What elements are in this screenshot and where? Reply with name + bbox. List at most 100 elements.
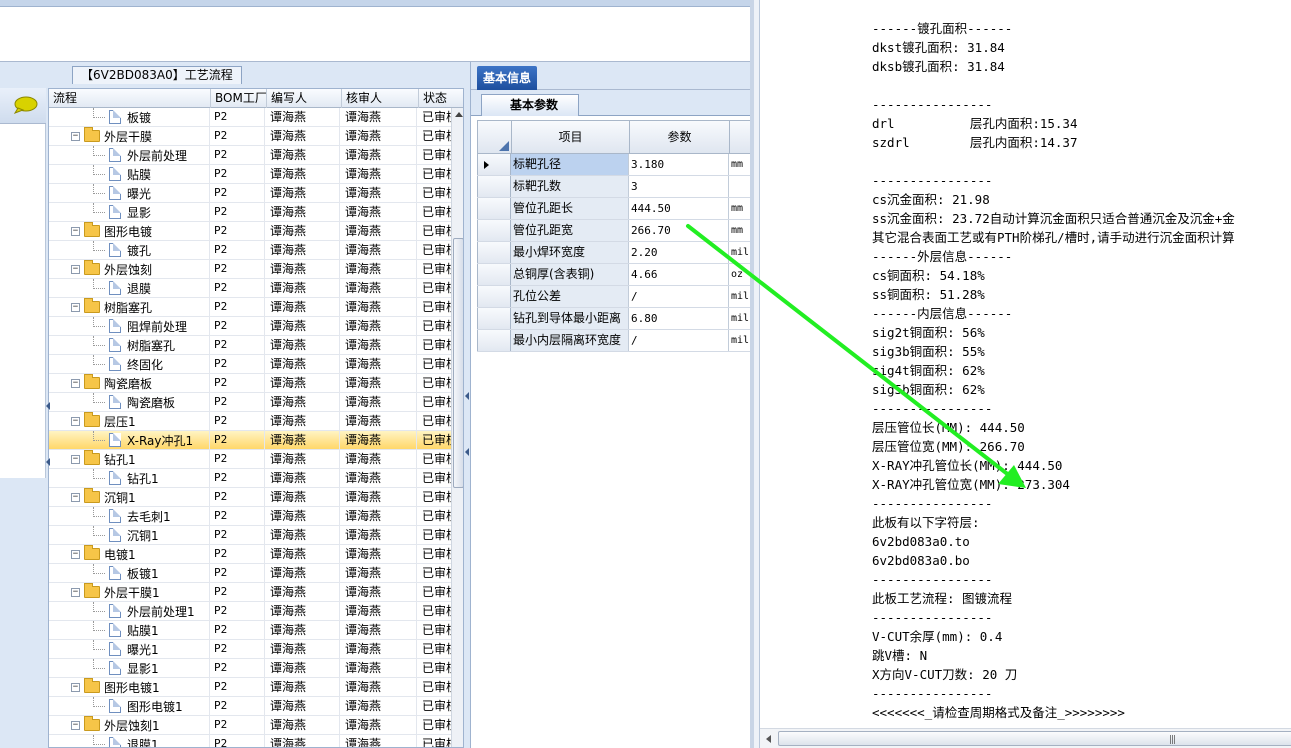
tree-row[interactable]: 曝光1 P2 谭海燕 谭海燕 已审核 bbox=[49, 640, 452, 659]
tree-row[interactable]: 外层前处理1 P2 谭海燕 谭海燕 已审核 bbox=[49, 602, 452, 621]
tree-node[interactable]: − 陶瓷磨板 bbox=[71, 374, 152, 392]
tree-row[interactable]: 板镀 P2 谭海燕 谭海燕 已审核 bbox=[49, 108, 452, 127]
param-item-cell[interactable]: 标靶孔径 bbox=[511, 154, 629, 175]
tree-node[interactable]: − 图形电镀 bbox=[71, 222, 152, 240]
tree-row[interactable]: 树脂塞孔 P2 谭海燕 谭海燕 已审核 bbox=[49, 336, 452, 355]
report-text-window[interactable]: ------镀孔面积------ dkst镀孔面积: 31.84 dksb镀孔面积:… bbox=[750, 0, 1291, 748]
param-row[interactable]: 孔位公差 / mil bbox=[477, 286, 751, 308]
collapse-toggle-icon[interactable]: − bbox=[71, 378, 80, 388]
tree-row[interactable]: 贴膜 P2 谭海燕 谭海燕 已审核 bbox=[49, 165, 452, 184]
param-row[interactable]: 标靶孔数 3 bbox=[477, 176, 751, 198]
param-value-cell[interactable]: 3 bbox=[629, 176, 729, 197]
tree-node[interactable]: 树脂塞孔 bbox=[89, 336, 175, 354]
process-panel-tab[interactable]: 【6V2BD083A0】工艺流程 bbox=[72, 66, 242, 84]
tree-node[interactable]: − 沉铜1 bbox=[71, 488, 136, 506]
tree-row[interactable]: 外层前处理 P2 谭海燕 谭海燕 已审核 bbox=[49, 146, 452, 165]
tree-row[interactable]: − 层压1 P2 谭海燕 谭海燕 已审核 bbox=[49, 412, 452, 431]
tree-row[interactable]: 去毛刺1 P2 谭海燕 谭海燕 已审核 bbox=[49, 507, 452, 526]
param-row[interactable]: 钻孔到导体最小距离 6.80 mil bbox=[477, 308, 751, 330]
splitter-arrow-icon[interactable] bbox=[46, 402, 50, 410]
tree-row[interactable]: − 外层干膜1 P2 谭海燕 谭海燕 已审核 bbox=[49, 583, 452, 602]
collapse-toggle-icon[interactable]: − bbox=[71, 131, 80, 141]
tree-node[interactable]: 沉铜1 bbox=[89, 526, 159, 544]
param-item-cell[interactable]: 最小焊环宽度 bbox=[511, 242, 629, 263]
tree-node[interactable]: − 图形电镀1 bbox=[71, 678, 160, 696]
tree-node[interactable]: 钻孔1 bbox=[89, 469, 159, 487]
comment-bubble-icon[interactable] bbox=[12, 96, 38, 114]
param-row[interactable]: 管位孔距宽 266.70 mm bbox=[477, 220, 751, 242]
col-header-item[interactable]: 项目 bbox=[512, 121, 630, 153]
tree-row[interactable]: 钻孔1 P2 谭海燕 谭海燕 已审核 bbox=[49, 469, 452, 488]
collapse-toggle-icon[interactable]: − bbox=[71, 226, 80, 236]
tree-node[interactable]: − 外层蚀刻1 bbox=[71, 716, 160, 734]
tree-node[interactable]: 贴膜 bbox=[89, 165, 151, 183]
row-header[interactable] bbox=[477, 264, 511, 285]
tree-node[interactable]: 终固化 bbox=[89, 355, 163, 373]
tree-row[interactable]: − 电镀1 P2 谭海燕 谭海燕 已审核 bbox=[49, 545, 452, 564]
param-value-cell[interactable]: 2.20 bbox=[629, 242, 729, 263]
tree-row[interactable]: − 图形电镀1 P2 谭海燕 谭海燕 已审核 bbox=[49, 678, 452, 697]
row-header[interactable] bbox=[477, 286, 511, 307]
tree-row[interactable]: − 陶瓷磨板 P2 谭海燕 谭海燕 已审核 bbox=[49, 374, 452, 393]
scroll-left-arrow-icon[interactable] bbox=[766, 735, 771, 743]
basic-info-tab[interactable]: 基本信息 bbox=[477, 66, 538, 90]
param-value-cell[interactable]: / bbox=[629, 330, 729, 351]
tree-row[interactable]: X-Ray冲孔1 P2 谭海燕 谭海燕 已审核 bbox=[49, 431, 452, 450]
tree-node[interactable]: − 钻孔1 bbox=[71, 450, 136, 468]
row-header[interactable] bbox=[477, 176, 511, 197]
tree-row[interactable]: − 图形电镀 P2 谭海燕 谭海燕 已审核 bbox=[49, 222, 452, 241]
tree-node[interactable]: 图形电镀1 bbox=[89, 697, 183, 715]
collapse-toggle-icon[interactable]: − bbox=[71, 264, 80, 274]
param-item-cell[interactable]: 管位孔距长 bbox=[511, 198, 629, 219]
collapse-toggle-icon[interactable]: − bbox=[71, 454, 80, 464]
report-horizontal-scrollbar[interactable]: ||| bbox=[760, 728, 1291, 748]
tree-row[interactable]: 镀孔 P2 谭海燕 谭海燕 已审核 bbox=[49, 241, 452, 260]
param-row[interactable]: 最小内层隔离环宽度 / mil bbox=[477, 330, 751, 352]
tree-node[interactable]: 镀孔 bbox=[89, 241, 151, 259]
splitter-arrow-icon[interactable] bbox=[465, 448, 469, 456]
tree-row[interactable]: 终固化 P2 谭海燕 谭海燕 已审核 bbox=[49, 355, 452, 374]
tree-row[interactable]: − 外层蚀刻1 P2 谭海燕 谭海燕 已审核 bbox=[49, 716, 452, 735]
col-header-flow[interactable]: 流程 bbox=[49, 89, 211, 108]
scrollbar-thumb[interactable] bbox=[453, 238, 463, 488]
param-item-cell[interactable]: 总铜厚(含表铜) bbox=[511, 264, 629, 285]
tree-node[interactable]: 板镀 bbox=[89, 108, 151, 126]
param-row[interactable]: 总铜厚(含表铜) 4.66 oz bbox=[477, 264, 751, 286]
grid-corner-icon[interactable] bbox=[478, 121, 512, 153]
param-value-cell[interactable]: 444.50 bbox=[629, 198, 729, 219]
tree-node[interactable]: 去毛刺1 bbox=[89, 507, 171, 525]
tree-node[interactable]: − 树脂塞孔 bbox=[71, 298, 152, 316]
collapse-toggle-icon[interactable]: − bbox=[71, 549, 80, 559]
row-header[interactable] bbox=[477, 242, 511, 263]
tree-row[interactable]: 板镀1 P2 谭海燕 谭海燕 已审核 bbox=[49, 564, 452, 583]
tree-vertical-scrollbar[interactable] bbox=[451, 108, 463, 747]
tree-node[interactable]: 显影 bbox=[89, 203, 151, 221]
param-item-cell[interactable]: 管位孔距宽 bbox=[511, 220, 629, 241]
col-header-param[interactable]: 参数 bbox=[630, 121, 730, 153]
tree-row[interactable]: 阻焊前处理 P2 谭海燕 谭海燕 已审核 bbox=[49, 317, 452, 336]
row-header[interactable] bbox=[477, 220, 511, 241]
tree-node[interactable]: 外层前处理1 bbox=[89, 602, 195, 620]
param-value-cell[interactable]: 6.80 bbox=[629, 308, 729, 329]
collapse-toggle-icon[interactable]: − bbox=[71, 302, 80, 312]
row-header[interactable] bbox=[477, 330, 511, 351]
tree-row[interactable]: 图形电镀1 P2 谭海燕 谭海燕 已审核 bbox=[49, 697, 452, 716]
tree-node[interactable]: 贴膜1 bbox=[89, 621, 159, 639]
tree-node[interactable]: − 外层干膜1 bbox=[71, 583, 160, 601]
tree-node[interactable]: − 电镀1 bbox=[71, 545, 136, 563]
tree-node[interactable]: 退膜1 bbox=[89, 735, 159, 747]
tab-basic-params[interactable]: 基本参数 bbox=[481, 94, 580, 116]
tree-row[interactable]: 沉铜1 P2 谭海燕 谭海燕 已审核 bbox=[49, 526, 452, 545]
param-value-cell[interactable]: / bbox=[629, 286, 729, 307]
param-value-cell[interactable]: 3.180 bbox=[629, 154, 729, 175]
tree-row[interactable]: 陶瓷磨板 P2 谭海燕 谭海燕 已审核 bbox=[49, 393, 452, 412]
tree-row[interactable]: − 外层干膜 P2 谭海燕 谭海燕 已审核 bbox=[49, 127, 452, 146]
tree-node[interactable]: 外层前处理 bbox=[89, 146, 187, 164]
param-row[interactable]: 管位孔距长 444.50 mm bbox=[477, 198, 751, 220]
tree-row[interactable]: 曝光 P2 谭海燕 谭海燕 已审核 bbox=[49, 184, 452, 203]
tree-row[interactable]: 贴膜1 P2 谭海燕 谭海燕 已审核 bbox=[49, 621, 452, 640]
collapse-toggle-icon[interactable]: − bbox=[71, 587, 80, 597]
row-header[interactable] bbox=[477, 308, 511, 329]
param-row[interactable]: 最小焊环宽度 2.20 mil bbox=[477, 242, 751, 264]
tree-node[interactable]: 曝光 bbox=[89, 184, 151, 202]
